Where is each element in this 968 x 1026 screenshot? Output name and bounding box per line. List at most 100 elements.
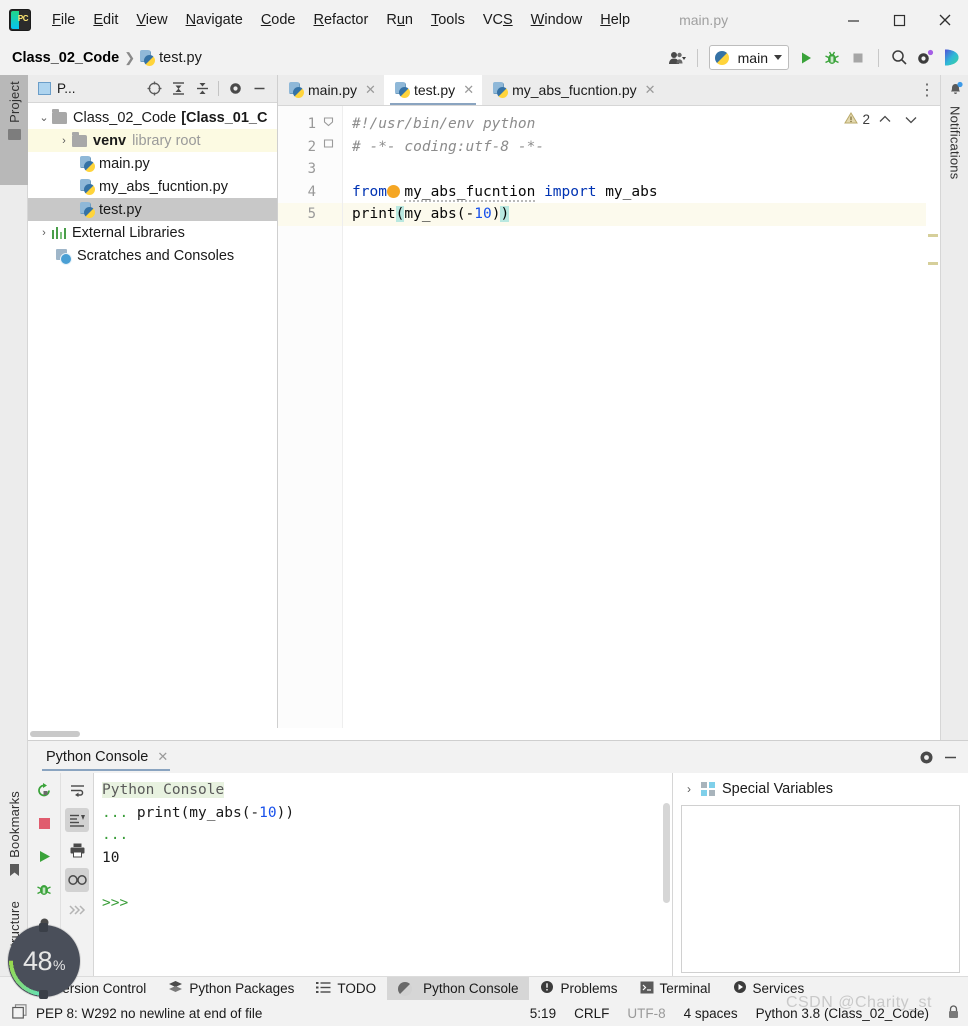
maximize-button[interactable]: [876, 0, 922, 40]
caret-position[interactable]: 5:19: [530, 1006, 556, 1021]
scrollbar-thumb[interactable]: [30, 731, 80, 737]
collapse-all-icon[interactable]: [190, 77, 214, 101]
tool-window-todo[interactable]: TODO: [305, 977, 387, 1001]
expand-all-icon[interactable]: [166, 77, 190, 101]
menu-code[interactable]: Code: [252, 9, 305, 31]
tool-window-terminal[interactable]: Terminal: [629, 977, 722, 1001]
menu-view[interactable]: View: [127, 9, 176, 31]
tree-node-test-py[interactable]: test.py: [28, 198, 277, 221]
code-editor[interactable]: 1 2 3 4 5 #!/usr/bin/env python # -*- co…: [278, 106, 940, 771]
settings-icon[interactable]: [223, 77, 247, 101]
tool-window-python-console[interactable]: Python Console: [387, 976, 530, 1001]
hide-icon[interactable]: [938, 745, 962, 769]
sidebar-item-project[interactable]: Project: [0, 75, 28, 185]
tool-window-problems[interactable]: Problems: [529, 977, 628, 1001]
tab-test-py[interactable]: test.py ✕: [383, 75, 483, 105]
tree-node-venv[interactable]: › venv library root: [28, 129, 277, 152]
minimize-button[interactable]: [830, 0, 876, 40]
tree-node-class_02_code[interactable]: ⌄ Class_02_Code [Class_01_C: [28, 106, 277, 129]
menu-refactor[interactable]: Refactor: [305, 9, 378, 31]
fold-end-icon[interactable]: [323, 137, 334, 148]
tree-node-scratches-and-consoles[interactable]: Scratches and Consoles: [28, 244, 277, 267]
editor-marker-strip[interactable]: [926, 137, 940, 771]
breadcrumb-separator: ❯: [124, 49, 136, 65]
fold-region-icon[interactable]: [323, 115, 334, 127]
stop-button[interactable]: [845, 45, 871, 71]
stop-icon[interactable]: [32, 811, 56, 835]
code-content[interactable]: #!/usr/bin/env python # -*- coding:utf-8…: [342, 106, 940, 740]
close-icon[interactable]: ✕: [157, 749, 168, 765]
console-output[interactable]: Python Console ... print(my_abs(-10)) ..…: [94, 773, 672, 981]
more-tabs-icon[interactable]: ⋮: [914, 75, 940, 105]
memory-indicator[interactable]: 48 %: [8, 923, 80, 999]
menu-file[interactable]: File: [43, 9, 84, 31]
close-button[interactable]: [922, 0, 968, 40]
previous-problem-icon[interactable]: [874, 112, 896, 127]
tab-main-py[interactable]: main.py ✕: [278, 75, 384, 105]
search-everywhere-icon[interactable]: [886, 45, 912, 71]
select-opened-file-icon[interactable]: [142, 77, 166, 101]
chevron-right-icon[interactable]: ›: [56, 135, 72, 147]
chevron-right-icon[interactable]: ›: [687, 782, 691, 796]
warning-marker[interactable]: [928, 234, 938, 237]
breadcrumb-file[interactable]: test.py: [159, 50, 202, 66]
close-icon[interactable]: ✕: [645, 82, 656, 98]
editor-horizontal-scrollbar[interactable]: [278, 728, 926, 740]
close-icon[interactable]: ✕: [365, 82, 376, 98]
special-variables-header[interactable]: › Special Variables: [673, 773, 968, 805]
interpreter-selector[interactable]: Python 3.8 (Class_02_Code): [756, 1006, 929, 1021]
breadcrumb-project[interactable]: Class_02_Code: [12, 50, 119, 66]
tree-node-main-py[interactable]: main.py: [28, 152, 277, 175]
tool-window-services[interactable]: Services: [722, 977, 816, 1001]
chevron-right-icon[interactable]: ›: [36, 227, 52, 239]
console-tab-python-console[interactable]: Python Console ✕: [28, 741, 178, 773]
soft-wrap-icon[interactable]: [65, 778, 89, 802]
chevron-down-icon[interactable]: ⌄: [36, 111, 52, 124]
tree-node-external-libraries[interactable]: › External Libraries: [28, 221, 277, 244]
menu-navigate[interactable]: Navigate: [177, 9, 252, 31]
lock-icon[interactable]: [947, 1004, 960, 1022]
debug-button[interactable]: [819, 45, 845, 71]
run-button[interactable]: [793, 45, 819, 71]
next-prompt-icon[interactable]: [65, 898, 89, 922]
close-icon[interactable]: ✕: [463, 82, 474, 98]
print-icon[interactable]: [65, 838, 89, 862]
sidebar-item-notifications[interactable]: Notifications: [941, 75, 968, 215]
hide-icon[interactable]: [247, 77, 271, 101]
scroll-to-end-icon[interactable]: [65, 808, 89, 832]
tree-node-my-abs-fucntion-py[interactable]: my_abs_fucntion.py: [28, 175, 277, 198]
menu-vcs[interactable]: VCS: [474, 9, 522, 31]
inspection-widget[interactable]: 2: [844, 111, 922, 128]
special-variables-list[interactable]: [681, 805, 960, 973]
run-configuration-selector[interactable]: main: [708, 45, 789, 70]
project-panel-toolbar: [142, 77, 277, 101]
menu-help[interactable]: Help: [591, 9, 639, 31]
menu-edit[interactable]: Edit: [84, 9, 127, 31]
intention-bulb-icon[interactable]: [386, 184, 400, 198]
tab-my-abs-fucntion-py[interactable]: my_abs_fucntion.py ✕: [482, 75, 663, 105]
console-vertical-scrollbar[interactable]: [663, 803, 670, 903]
window-icon[interactable]: [12, 1004, 27, 1022]
warning-marker[interactable]: [928, 262, 938, 265]
settings-icon[interactable]: [912, 45, 938, 71]
menu-tools[interactable]: Tools: [422, 9, 474, 31]
user-avatar-icon[interactable]: [664, 45, 690, 71]
menu-run[interactable]: Run: [377, 9, 422, 31]
file-encoding[interactable]: UTF-8: [627, 1006, 665, 1021]
next-problem-icon[interactable]: [900, 112, 922, 127]
execute-icon[interactable]: [32, 844, 56, 868]
menu-window[interactable]: Window: [522, 9, 592, 31]
console-line-input: ... print(my_abs(-10)): [102, 804, 295, 821]
rerun-icon[interactable]: [32, 778, 56, 802]
settings-icon[interactable]: [914, 745, 938, 769]
tool-window-python-packages[interactable]: Python Packages: [157, 977, 305, 1001]
project-horizontal-scrollbar[interactable]: [28, 728, 278, 740]
ai-assistant-icon[interactable]: [938, 45, 964, 71]
libraries-icon: [52, 226, 66, 239]
line-separator[interactable]: CRLF: [574, 1006, 609, 1021]
sidebar-item-bookmarks[interactable]: Bookmarks: [0, 785, 28, 890]
show-variables-icon[interactable]: [65, 868, 89, 892]
debug-icon[interactable]: [32, 877, 56, 901]
indent-setting[interactable]: 4 spaces: [684, 1006, 738, 1021]
tool-window-label: Problems: [560, 981, 618, 996]
